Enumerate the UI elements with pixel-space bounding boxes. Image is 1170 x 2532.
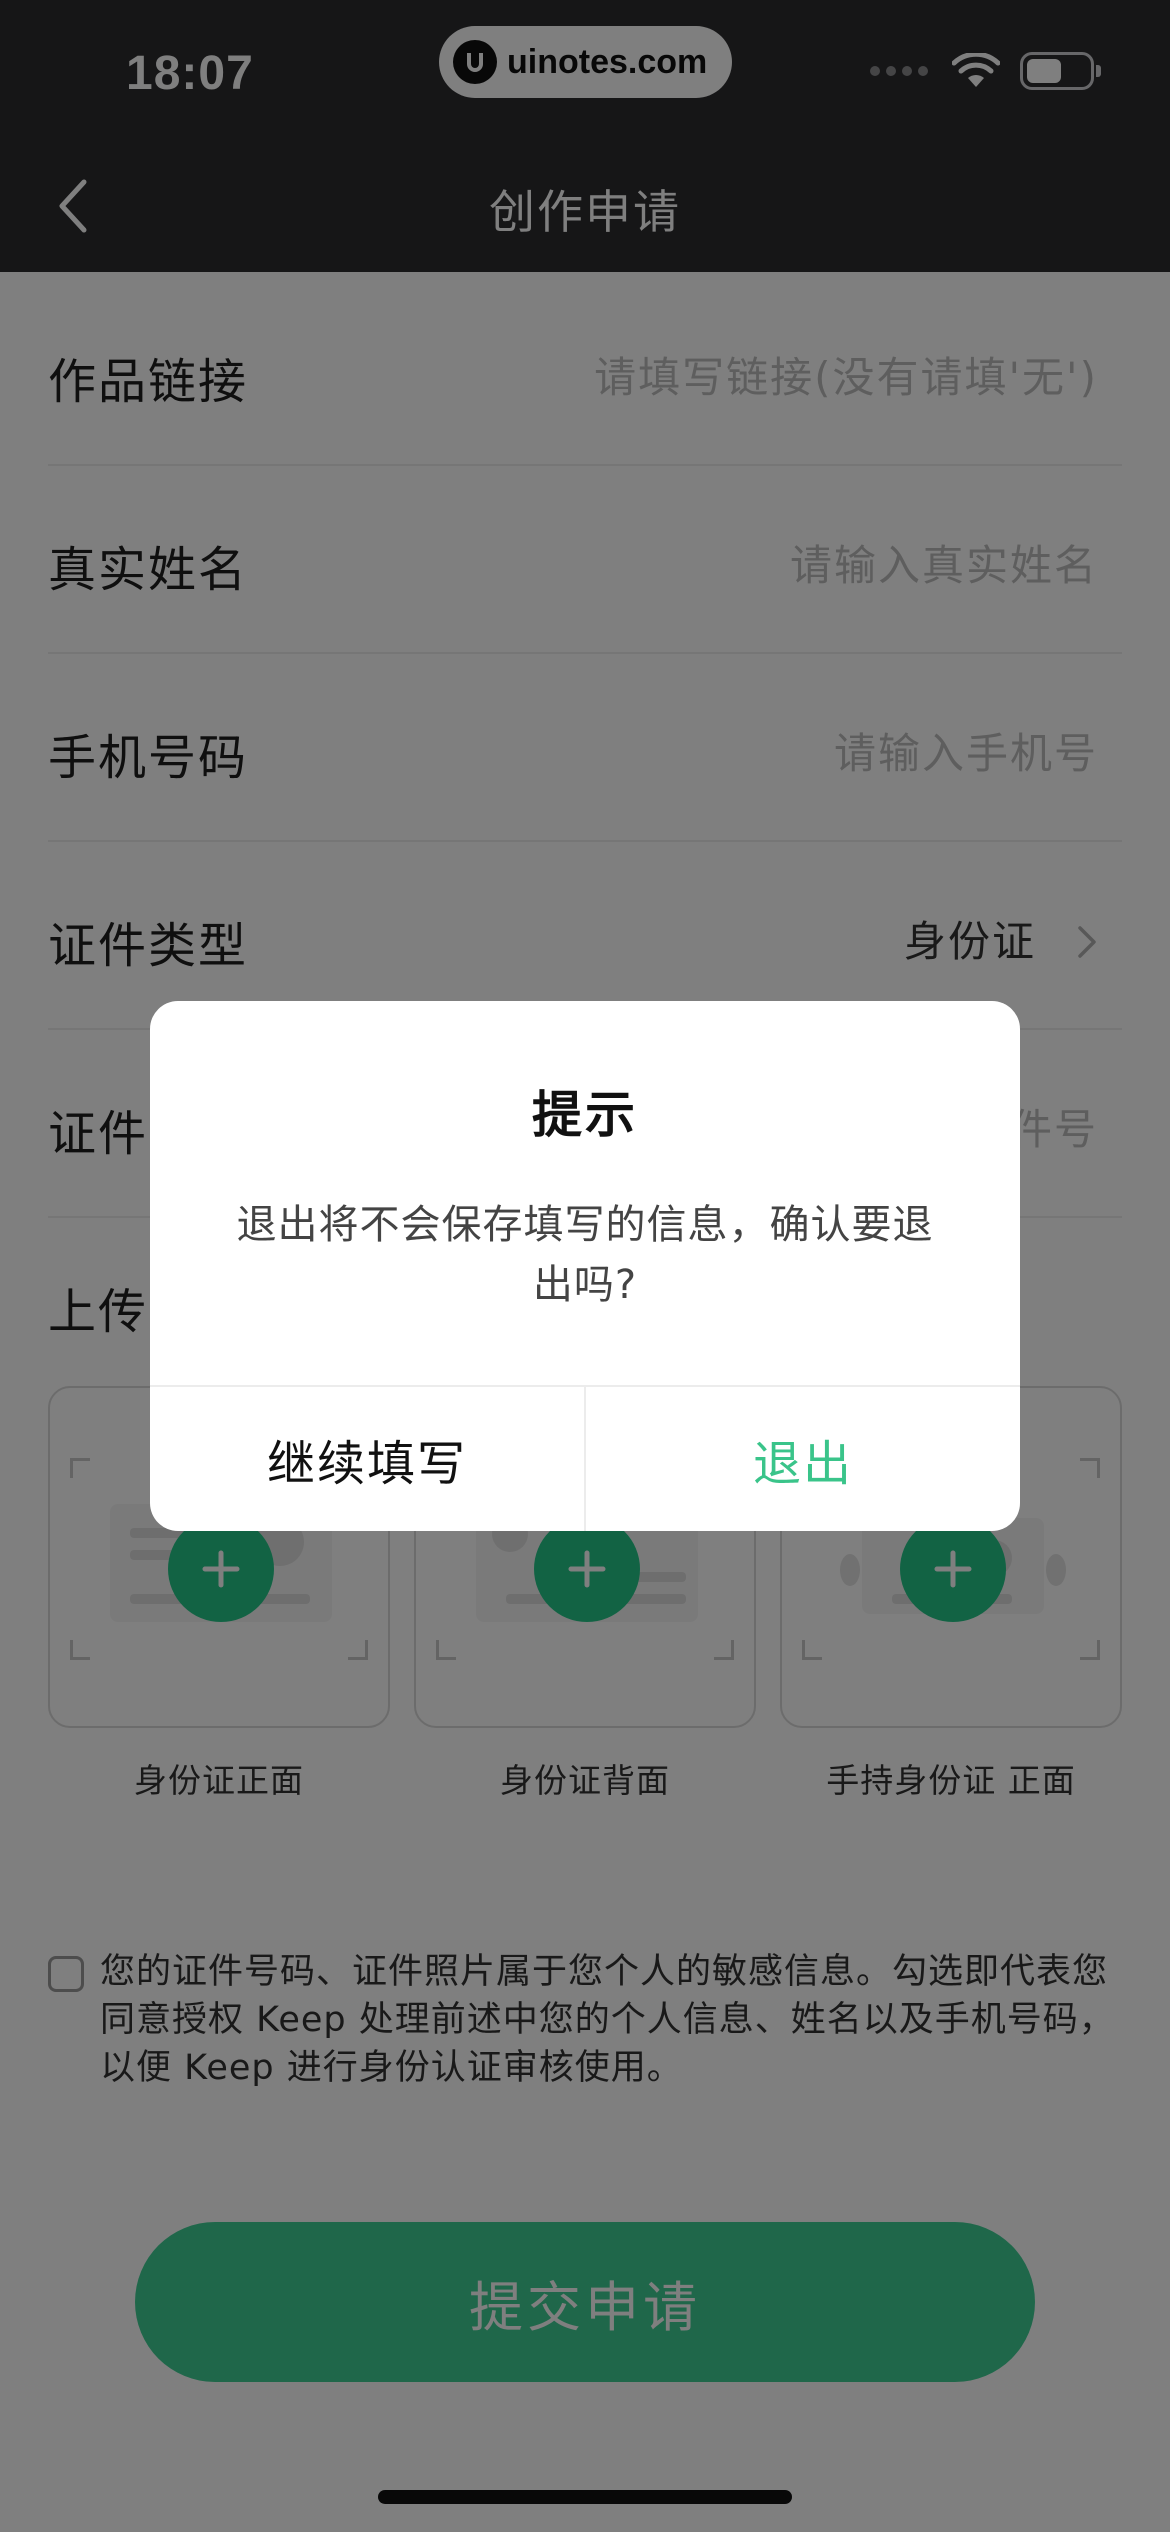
exit-confirm-dialog: 提示 退出将不会保存填写的信息，确认要退出吗? 继续填写 退出: [150, 1001, 1020, 1531]
dialog-actions: 继续填写 退出: [150, 1385, 1020, 1531]
continue-editing-button[interactable]: 继续填写: [150, 1387, 586, 1531]
dialog-message: 退出将不会保存填写的信息，确认要退出吗?: [236, 1202, 934, 1308]
exit-button[interactable]: 退出: [586, 1387, 1020, 1531]
dialog-title: 提示: [532, 1086, 638, 1144]
